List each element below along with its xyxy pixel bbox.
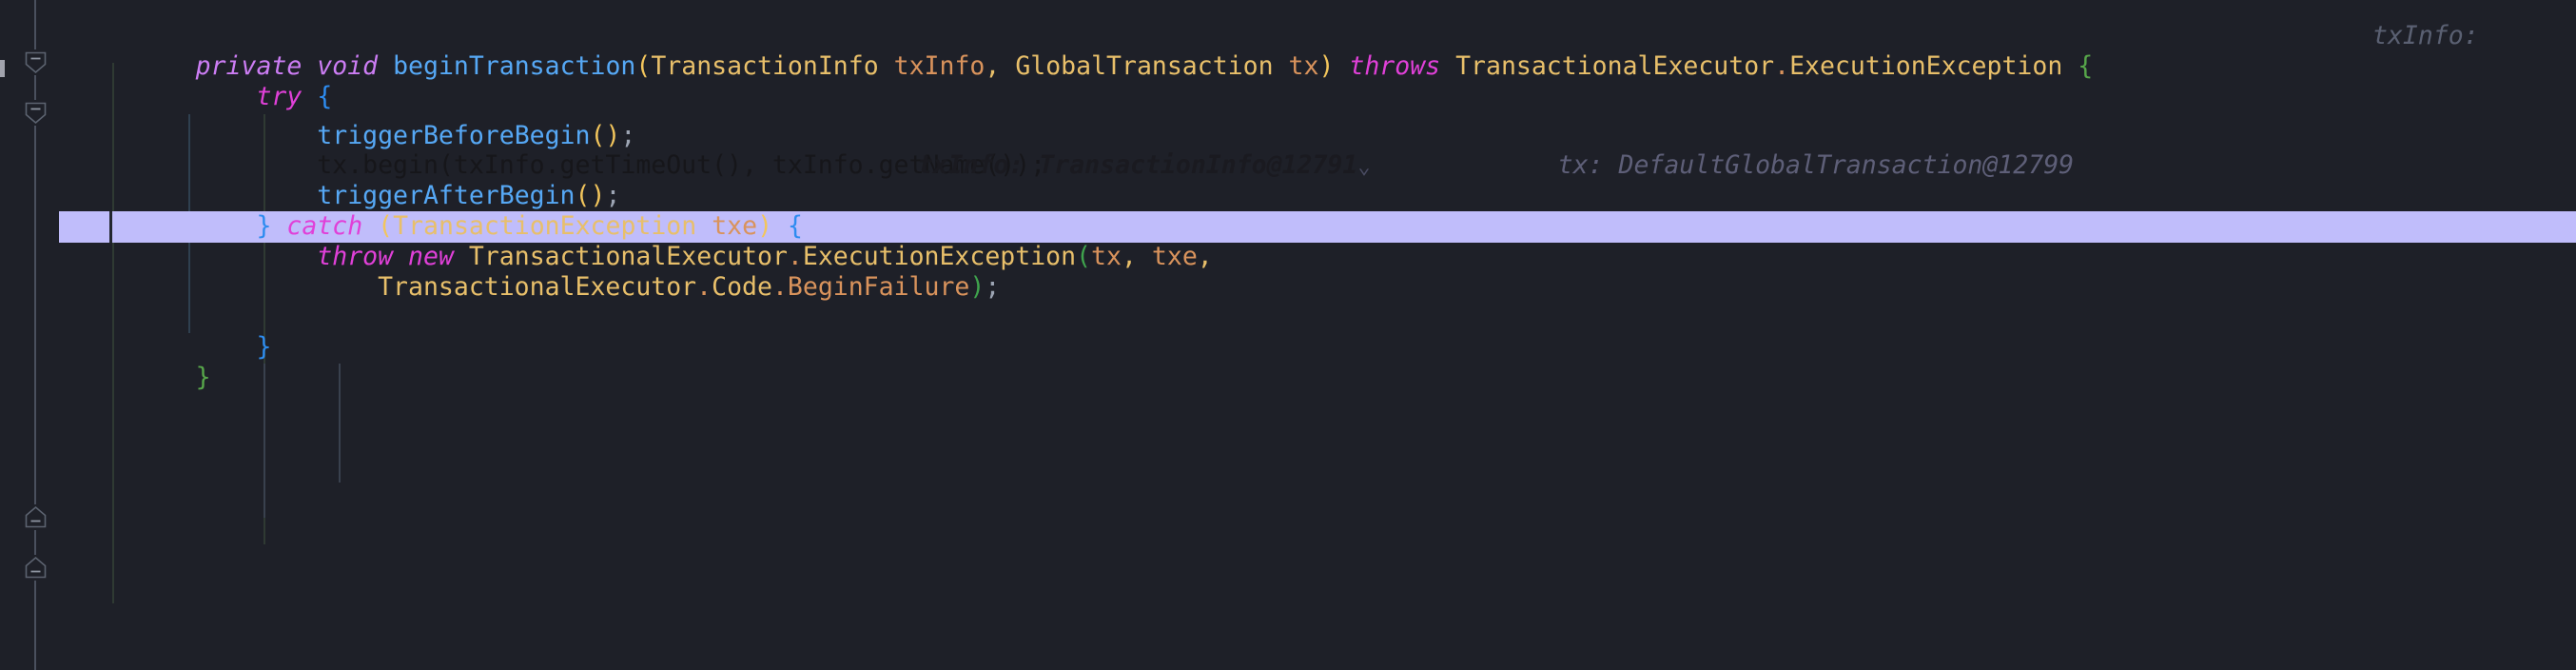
code-surface[interactable]: private void beginTransaction(Transactio…: [0, 0, 2576, 670]
inline-debug-label-tx: tx:: [1557, 150, 1604, 180]
token-brace-close-method: }: [195, 363, 211, 392]
token-dot: .: [771, 272, 788, 302]
token-type-transactionalexecutor[interactable]: TransactionalExecutor: [378, 272, 696, 302]
indent-guide-level-4: [339, 364, 341, 483]
inline-debug-hint-tx[interactable]: tx: DefaultGlobalTransaction@12799: [1436, 120, 2074, 211]
code-line-trigger-before-begin[interactable]: triggerBeforeBegin();: [59, 90, 2576, 150]
code-line-tx-begin[interactable]: tx.begin(txInfo.getTimeOut(), txInfo.get…: [59, 120, 2576, 180]
fold-marker-catch-close[interactable]: [23, 504, 49, 530]
chevron-down-icon[interactable]: ⌄: [1357, 155, 1370, 179]
code-line-close-catch[interactable]: }: [59, 302, 2576, 362]
inline-debug-hint-txinfo[interactable]: txInfo: TransactionInfo@12791⌄: [796, 120, 1371, 213]
token-type-code[interactable]: Code: [712, 272, 772, 302]
inline-debug-label-txinfo: txInfo:: [917, 150, 1025, 180]
code-line-throw[interactable]: throw new TransactionalExecutor.Executio…: [59, 211, 2576, 271]
inline-debug-value-tx[interactable]: DefaultGlobalTransaction@12799: [1618, 150, 2074, 180]
editor-gutter[interactable]: [0, 0, 59, 670]
gutter-marker[interactable]: [0, 60, 5, 77]
token-semicolon: ;: [985, 272, 1001, 302]
token-dot: .: [696, 272, 712, 302]
fold-marker-method-close[interactable]: [23, 555, 49, 581]
token-paren-close: ): [969, 272, 986, 302]
code-editor[interactable]: private void beginTransaction(Transactio…: [0, 0, 2576, 670]
fold-marker-method-open[interactable]: [23, 49, 49, 75]
inline-hint-signature-trailing[interactable]: txInfo:: [2372, 21, 2479, 51]
inline-debug-value-txinfo[interactable]: TransactionInfo@12791: [1039, 150, 1357, 180]
code-line-try[interactable]: try {: [59, 51, 2576, 111]
code-line-close-method[interactable]: }: [59, 332, 2576, 392]
code-line-signature[interactable]: private void beginTransaction(Transactio…: [59, 21, 2576, 81]
code-line-code-beginfailure[interactable]: TransactionalExecutor.Code.BeginFailure)…: [59, 242, 2576, 302]
token-field-beginfailure[interactable]: BeginFailure: [788, 272, 969, 302]
fold-marker-try-open[interactable]: [23, 100, 49, 126]
